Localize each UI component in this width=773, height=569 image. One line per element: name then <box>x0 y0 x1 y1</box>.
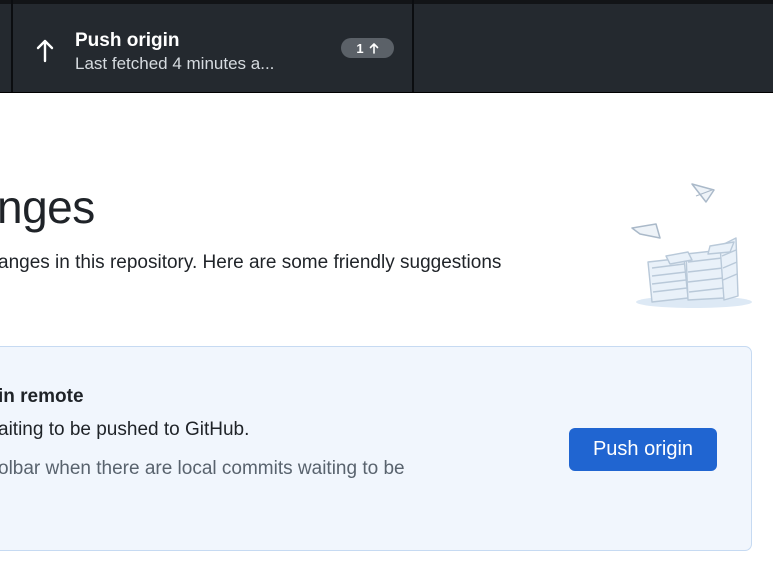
suggestion-description: aiting to be pushed to GitHub. <box>0 419 250 440</box>
app-window: Push origin Last fetched 4 minutes a... … <box>0 0 773 569</box>
toolbar-divider <box>412 0 414 92</box>
suggestion-title: in remote <box>0 386 84 407</box>
push-origin-toolbar-button[interactable]: Push origin Last fetched 4 minutes a... … <box>13 4 412 92</box>
paper-stacks-illustration <box>631 183 752 308</box>
arrow-up-small-icon <box>369 43 378 54</box>
arrow-up-icon <box>36 39 54 63</box>
push-origin-title: Push origin <box>75 30 180 51</box>
page-description: anges in this repository. Here are some … <box>0 252 502 273</box>
page-heading: nges <box>0 181 95 233</box>
last-fetched-status: Last fetched 4 minutes a... <box>75 54 275 73</box>
ahead-count-badge: 1 <box>341 38 394 58</box>
ahead-count: 1 <box>356 40 364 56</box>
push-origin-button[interactable]: Push origin <box>569 428 717 471</box>
suggestion-hint: olbar when there are local commits waiti… <box>0 458 405 479</box>
toolbar: Push origin Last fetched 4 minutes a... … <box>0 0 773 93</box>
